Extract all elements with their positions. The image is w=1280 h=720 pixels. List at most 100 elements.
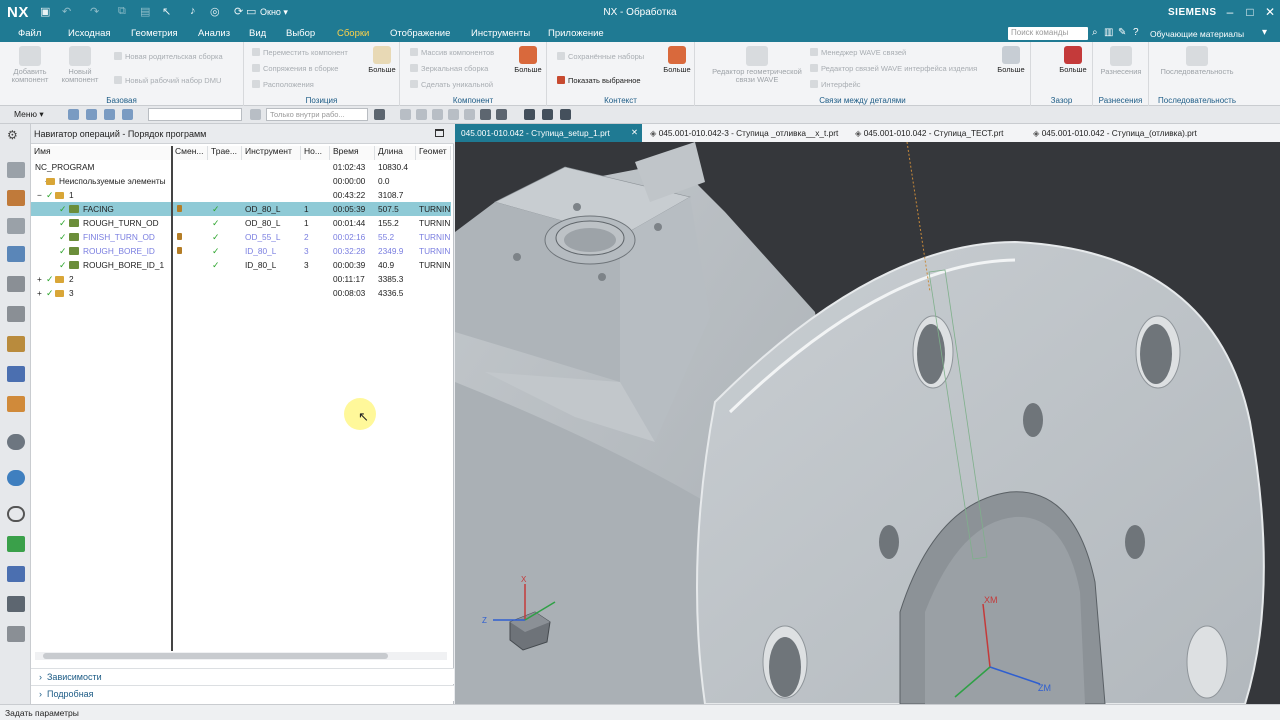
ribbon-options-icon[interactable]: ▾ xyxy=(1262,27,1267,38)
minimize-button[interactable]: – xyxy=(1222,5,1238,19)
table-row[interactable]: ✓ FINISH_TURN_OD ✓ OD_55_L 2 00:02:16 55… xyxy=(31,230,451,244)
collapse-icon[interactable]: − xyxy=(37,190,42,200)
menu-selection[interactable]: Выбор xyxy=(286,28,315,39)
table-row[interactable]: ✓ ROUGH_BORE_ID_1 ✓ ID_80_L 3 00:00:39 4… xyxy=(31,258,451,272)
gear-icon[interactable]: ⚙ xyxy=(7,128,25,144)
assembly-constraints-button[interactable]: Сопряжения в сборке xyxy=(252,64,338,73)
snap-grid-icon[interactable] xyxy=(496,109,507,120)
selection-priority-icon[interactable] xyxy=(524,109,535,120)
history-icon[interactable] xyxy=(7,506,25,522)
filter-icon[interactable] xyxy=(250,109,261,120)
table-row[interactable]: − ✓ 1 00:43:22 3108.7 xyxy=(31,188,451,202)
search-icon[interactable]: ⌕ xyxy=(1092,27,1098,38)
role-icon[interactable]: ▥ xyxy=(1104,27,1113,38)
feature-navigator-icon[interactable] xyxy=(7,306,25,322)
snap-point-icon[interactable] xyxy=(400,109,411,120)
column-tool-number[interactable]: Но... xyxy=(301,146,330,160)
table-row[interactable]: + Неиспользуемые элементы 00:00:00 0.0 xyxy=(31,174,451,188)
assembly-navigator-icon[interactable] xyxy=(7,162,25,178)
details-panel[interactable]: › Подробная xyxy=(31,685,454,701)
gap-more-button[interactable]: Больше xyxy=(1053,46,1093,74)
part-model[interactable]: XM ZM X Z xyxy=(455,142,1280,704)
tab-casting[interactable]: ◈ 045.001-010.042 - Ступица_(отливка).pr… xyxy=(1027,124,1207,142)
program-order-view-icon[interactable] xyxy=(68,109,79,120)
menu-display[interactable]: Отображение xyxy=(390,28,450,39)
machine-tool-view-icon[interactable] xyxy=(86,109,97,120)
table-row[interactable]: + ✓ 3 00:08:03 4336.5 xyxy=(31,286,451,300)
process-studio-icon[interactable] xyxy=(7,626,25,642)
type-filter-combo[interactable] xyxy=(148,108,242,121)
tool-library-icon[interactable] xyxy=(7,396,25,412)
column-path[interactable]: Трае... xyxy=(208,146,242,160)
tab-casting-xt[interactable]: ◈ 045.001-010.042-3 - Ступица _отливка__… xyxy=(644,124,840,142)
column-geometry[interactable]: Геомет xyxy=(416,146,451,160)
disable-selection-icon[interactable] xyxy=(560,109,571,120)
close-icon[interactable]: ✕ xyxy=(631,127,638,137)
explode-button[interactable]: Разнесения xyxy=(1099,46,1143,76)
help-icon[interactable]: ? xyxy=(1133,27,1139,38)
menu-tools[interactable]: Инструменты xyxy=(471,28,530,39)
machine-navigator-icon[interactable] xyxy=(7,276,25,292)
graphics-viewport[interactable]: XM ZM X Z xyxy=(455,142,1280,704)
table-row[interactable]: + ✓ 2 00:11:17 3385.3 xyxy=(31,272,451,286)
wave-manager-button[interactable]: Менеджер WAVE связей xyxy=(810,48,906,57)
process-navigator-icon[interactable] xyxy=(7,366,25,382)
maximize-panel-icon[interactable] xyxy=(435,129,444,137)
menu-application[interactable]: Приложение xyxy=(548,28,604,39)
tools-icon[interactable] xyxy=(7,596,25,612)
make-unique-button[interactable]: Сделать уникальной xyxy=(410,80,493,89)
sequence-button[interactable]: Последовательность xyxy=(1157,46,1237,76)
resource-icon[interactable]: ✎ xyxy=(1118,27,1126,38)
menu-view[interactable]: Вид xyxy=(249,28,266,39)
table-row[interactable]: ✓ ROUGH_BORE_ID ✓ ID_80_L 3 00:32:28 234… xyxy=(31,244,451,258)
maximize-button[interactable]: □ xyxy=(1242,5,1258,19)
menu-dropdown[interactable]: Меню ▾ xyxy=(14,109,44,120)
arrangements-button[interactable]: Расположения xyxy=(252,80,314,89)
new-component-button[interactable]: Новый компонент xyxy=(60,46,100,84)
menu-home[interactable]: Исходная xyxy=(68,28,111,39)
learning-materials-link[interactable]: Обучающие материалы xyxy=(1150,29,1244,39)
context-more-button[interactable]: Больше xyxy=(657,46,697,74)
mirror-assembly-button[interactable]: Зеркальная сборка xyxy=(410,64,488,73)
column-name[interactable]: Имя xyxy=(31,146,172,160)
command-search-input[interactable]: Поиск команды xyxy=(1008,27,1088,40)
add-component-button[interactable]: Добавить компонент xyxy=(10,46,50,84)
web-browser-icon[interactable] xyxy=(7,470,25,486)
snap-center-icon[interactable] xyxy=(448,109,459,120)
roles-icon[interactable] xyxy=(7,434,25,450)
close-button[interactable]: ✕ xyxy=(1262,5,1278,19)
wave-interface-button[interactable]: Редактор связей WAVE интерфейса изделия xyxy=(810,64,977,73)
new-dmu-workset-button[interactable]: Новый рабочий набор DMU xyxy=(114,76,221,85)
component-more-button[interactable]: Больше xyxy=(508,46,548,74)
expand-icon[interactable]: + xyxy=(37,274,42,284)
operation-navigator-icon[interactable] xyxy=(7,246,25,262)
component-array-button[interactable]: Массив компонентов xyxy=(410,48,494,57)
table-row[interactable]: ✓ ROUGH_TURN_OD ✓ OD_80_L 1 00:01:44 155… xyxy=(31,216,451,230)
position-more-button[interactable]: Больше xyxy=(362,46,402,74)
expand-icon[interactable]: + xyxy=(37,288,42,298)
move-component-button[interactable]: Переместить компонент xyxy=(252,48,348,57)
column-tool[interactable]: Инструмент xyxy=(242,146,301,160)
snap-mid-icon[interactable] xyxy=(432,109,443,120)
menu-geometry[interactable]: Геометрия xyxy=(131,28,178,39)
scope-filter-combo[interactable]: Только внутри рабо... xyxy=(266,108,368,121)
snap-face-icon[interactable] xyxy=(480,109,491,120)
geometry-view-icon[interactable] xyxy=(104,109,115,120)
saved-sets-button[interactable]: Сохранённые наборы xyxy=(557,52,644,61)
column-time[interactable]: Время xyxy=(330,146,375,160)
column-tool-change[interactable]: Смен... xyxy=(172,146,208,160)
reuse-library-icon[interactable] xyxy=(7,336,25,352)
system-materials-icon[interactable] xyxy=(7,566,25,582)
table-row[interactable]: ✓ FACING ✓ OD_80_L 1 00:05:39 507.5 TURN… xyxy=(31,202,451,216)
part-navigator-icon[interactable] xyxy=(7,218,25,234)
menu-file[interactable]: Файл xyxy=(18,28,41,39)
table-row[interactable]: NC_PROGRAM 01:02:43 10830.4 xyxy=(31,160,451,174)
dependencies-panel[interactable]: › Зависимости xyxy=(31,668,454,684)
tab-setup-1[interactable]: 045.001-010.042 - Ступица_setup_1.prt ✕ xyxy=(455,124,642,142)
snap-settings-icon[interactable] xyxy=(374,109,385,120)
method-view-icon[interactable] xyxy=(122,109,133,120)
tab-test[interactable]: ◈ 045.001-010.042 - Ступица_ТЕСТ.prt xyxy=(849,124,1021,142)
new-parent-assembly-button[interactable]: Новая родительская сборка xyxy=(114,52,223,61)
snap-end-icon[interactable] xyxy=(416,109,427,120)
snap-quadrant-icon[interactable] xyxy=(464,109,475,120)
